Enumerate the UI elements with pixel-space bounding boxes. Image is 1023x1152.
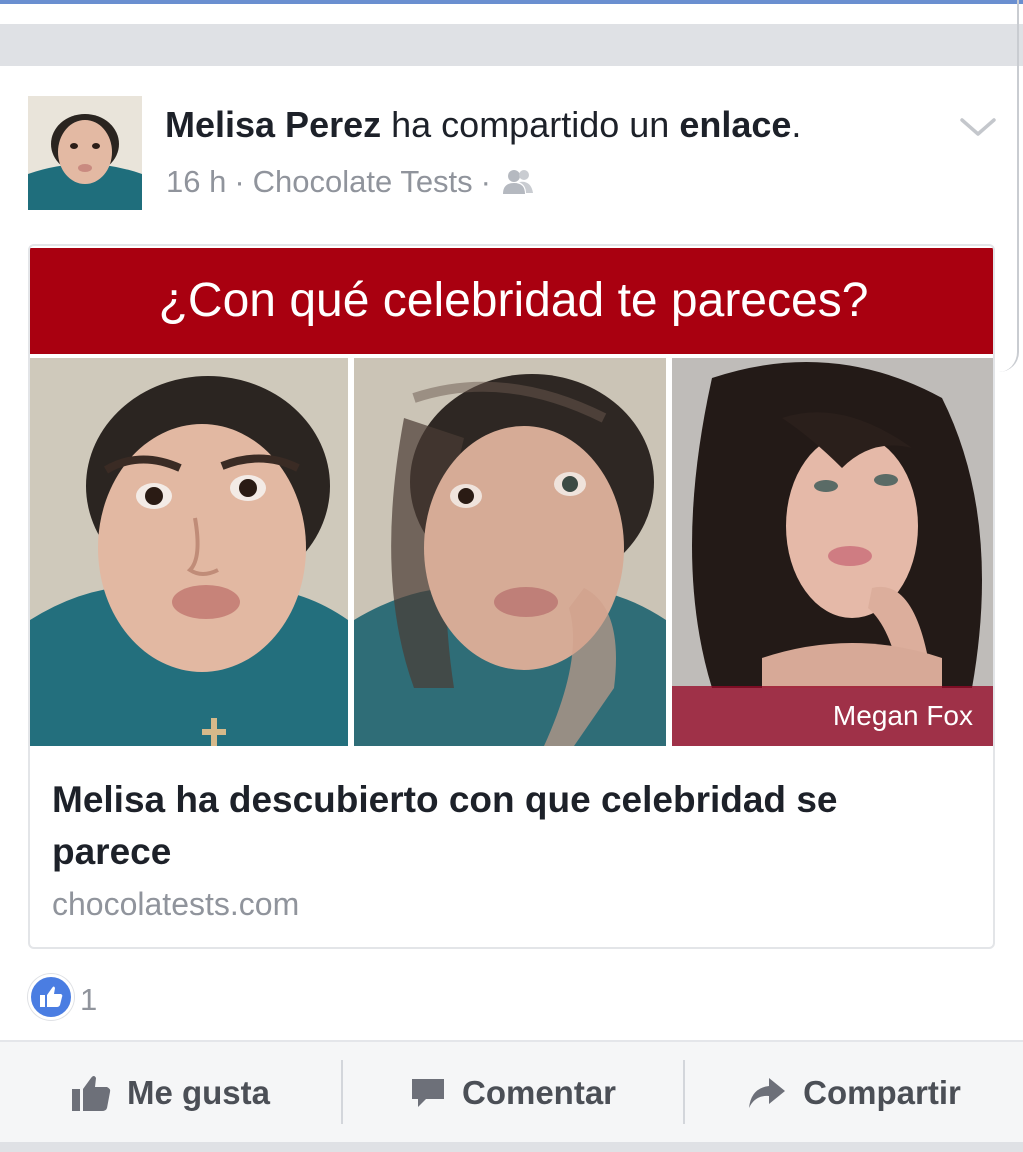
post-meta: 16 h · Chocolate Tests ·: [166, 164, 535, 200]
like-icon: [71, 1076, 111, 1111]
period: .: [791, 104, 802, 145]
thumbs-up-icon[interactable]: [28, 974, 74, 1020]
chevron-down-icon[interactable]: [958, 112, 998, 142]
app-name[interactable]: Chocolate Tests: [253, 164, 473, 200]
action-bar: Me gusta Comentar Compartir: [0, 1040, 1023, 1144]
photo-strip: Megan Fox: [30, 358, 993, 746]
meta-separator: ·: [234, 164, 245, 199]
celebrity-photo: Megan Fox: [672, 358, 993, 746]
object-link[interactable]: enlace: [679, 104, 791, 145]
link-preview-card[interactable]: ¿Con qué celebridad te pareces? Megan Fo…: [28, 244, 995, 949]
like-button[interactable]: Me gusta: [0, 1042, 341, 1144]
post-time[interactable]: 16 h: [166, 164, 226, 200]
share-arrow-icon: [749, 1078, 786, 1108]
user-photo: [30, 358, 348, 746]
morph-photo: [354, 358, 666, 746]
action-text: ha compartido un: [381, 104, 680, 145]
share-button[interactable]: Compartir: [685, 1042, 1023, 1144]
comment-icon: [411, 1079, 444, 1107]
comment-button[interactable]: Comentar: [343, 1042, 683, 1144]
reaction-count[interactable]: 1: [80, 982, 97, 1018]
comment-label: Comentar: [461, 1074, 617, 1111]
meta-separator-2: ·: [480, 164, 491, 199]
post-header: Melisa Perez ha compartido un enlace.: [165, 104, 801, 146]
adjacent-card-edge: [999, 0, 1019, 372]
feed-separator: [0, 24, 1023, 66]
friends-icon[interactable]: [501, 168, 535, 196]
share-label: Compartir: [803, 1074, 961, 1111]
author-avatar[interactable]: [28, 96, 142, 210]
feed-separator-bottom: [0, 1142, 1023, 1152]
quiz-banner: ¿Con qué celebridad te pareces?: [30, 248, 993, 354]
link-domain: chocolatests.com: [52, 886, 300, 922]
link-title[interactable]: Melisa ha descubierto con que celebridad…: [52, 774, 952, 878]
celebrity-name-label: Megan Fox: [672, 686, 993, 746]
top-spacer: [0, 4, 1023, 24]
like-label: Me gusta: [126, 1074, 271, 1111]
author-name[interactable]: Melisa Perez: [165, 104, 381, 145]
